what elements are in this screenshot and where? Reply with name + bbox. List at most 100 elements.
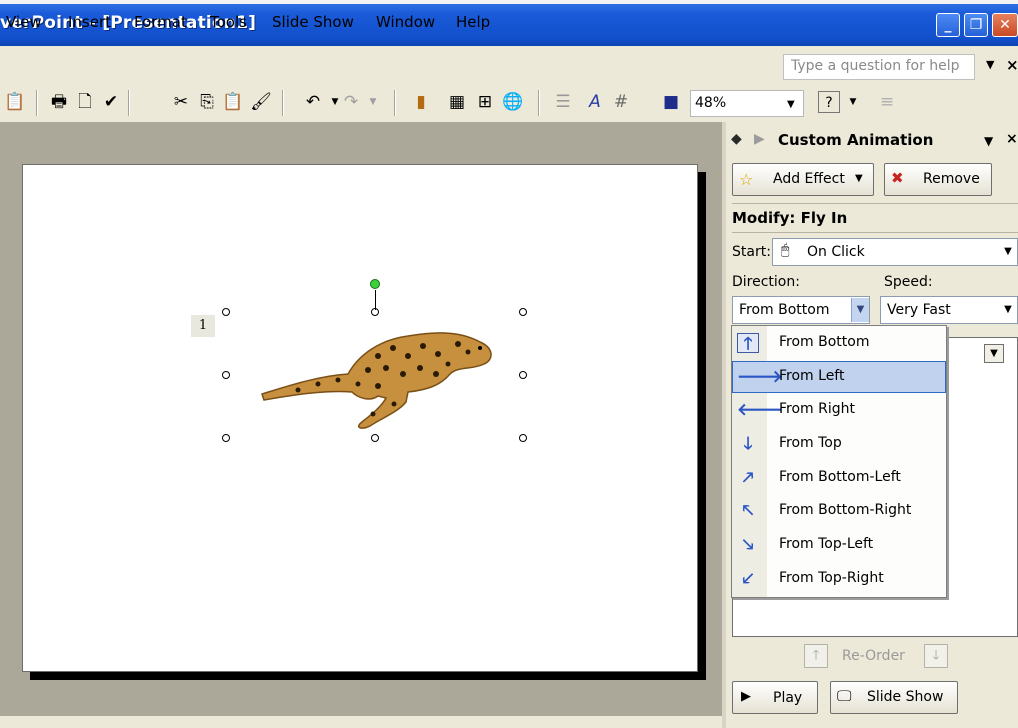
arrow-up-icon: 🡑 [737, 333, 759, 354]
arrow-up-left-icon: 🡔 [742, 501, 754, 521]
remove-icon: ✖ [891, 169, 904, 187]
menu-item-from-left[interactable]: 🡒 From Left [732, 361, 946, 393]
direction-select[interactable]: From Bottom ▼ [732, 296, 870, 324]
show-formatting-icon[interactable]: A [584, 91, 606, 113]
grid-icon[interactable]: # [610, 91, 632, 113]
menu-item-from-top-right[interactable]: 🡗 From Top-Right [732, 563, 946, 595]
toolbar-separator [538, 90, 540, 116]
forward-icon[interactable]: ▶ [754, 131, 765, 147]
rotation-handle[interactable] [370, 279, 380, 289]
arrow-left-icon: 🡐 [737, 400, 783, 420]
menu-item-from-right[interactable]: 🡐 From Right [732, 394, 946, 426]
paste-icon[interactable]: 📋 [222, 91, 244, 113]
resize-handle[interactable] [222, 371, 230, 379]
pane-divider [732, 232, 1018, 233]
toolbar-options-icon[interactable]: ≡ [876, 91, 898, 113]
resize-handle[interactable] [371, 434, 379, 442]
resize-handle[interactable] [519, 434, 527, 442]
menu-item-from-top-left[interactable]: 🡖 From Top-Left [732, 529, 946, 561]
remove-button[interactable]: ✖ Remove [884, 163, 992, 196]
close-document-icon[interactable]: × [1006, 56, 1018, 74]
animation-order-tag[interactable]: 1 [191, 315, 215, 337]
menu-item-from-bottom-left[interactable]: 🡕 From Bottom-Left [732, 462, 946, 494]
start-value: On Click [807, 244, 865, 260]
remove-label: Remove [923, 171, 980, 187]
help-search-input[interactable]: Type a question for help [783, 54, 975, 80]
menu-tools[interactable]: Tools [210, 13, 247, 31]
insert-chart-icon[interactable]: ▮ [410, 91, 432, 113]
add-effect-button[interactable]: ☆ Add Effect ▼ [732, 163, 874, 196]
arrow-down-left-icon: 🡗 [742, 569, 754, 589]
back-icon[interactable]: ◆ [731, 131, 742, 147]
chevron-down-icon: ▼ [851, 298, 869, 322]
spelling-icon[interactable]: ✔ [100, 91, 122, 113]
resize-handle[interactable] [222, 308, 230, 316]
pane-title: Custom Animation [778, 131, 934, 149]
play-button[interactable]: ▶ Play [732, 681, 818, 714]
move-up-icon[interactable]: 🡑 [804, 644, 828, 668]
resize-handle[interactable] [519, 308, 527, 316]
minimize-button[interactable]: _ [936, 13, 960, 37]
rotation-stem [375, 290, 376, 310]
print-preview-icon[interactable]: 🗋 [74, 91, 96, 113]
insert-hyperlink-icon[interactable]: 🌐 [502, 91, 524, 113]
help-icon[interactable]: ? [818, 91, 840, 113]
insert-table-icon[interactable]: ▦ [446, 91, 468, 113]
pane-close-icon[interactable]: × [1006, 131, 1018, 147]
arrow-right-icon: 🡒 [737, 367, 783, 387]
list-item-dropdown-icon[interactable]: ▼ [984, 344, 1004, 363]
zoom-dropdown-icon[interactable]: ▼ [787, 99, 795, 110]
play-icon: ▶ [741, 689, 751, 704]
expand-icon[interactable]: ☰ [552, 91, 574, 113]
slide-show-button[interactable]: 🖵 Slide Show [830, 681, 958, 714]
redo-dropdown-icon[interactable]: ▼ [362, 91, 384, 113]
menu-view[interactable]: View [6, 13, 42, 31]
tables-borders-icon[interactable]: ⊞ [474, 91, 496, 113]
pane-splitter[interactable] [722, 122, 726, 728]
menu-window[interactable]: Window [376, 13, 435, 31]
direction-label: Direction: [732, 274, 800, 290]
menu-help[interactable]: Help [456, 13, 490, 31]
menu-item-label: From Top-Left [779, 536, 874, 552]
speed-select[interactable]: Very Fast ▼ [880, 296, 1018, 324]
speed-label: Speed: [884, 274, 933, 290]
help-dropdown-icon[interactable]: ▼ [842, 91, 864, 113]
menu-item-from-bottom-right[interactable]: 🡔 From Bottom-Right [732, 495, 946, 527]
pane-menu-icon[interactable]: ▼ [984, 134, 993, 148]
speed-value: Very Fast [887, 302, 951, 318]
slide-show-label: Slide Show [867, 689, 944, 705]
star-icon: ☆ [739, 170, 754, 189]
redo-icon[interactable]: ↷ [340, 91, 362, 113]
color-icon[interactable]: ■ [660, 91, 682, 113]
undo-icon[interactable]: ↶ [302, 91, 324, 113]
arrow-down-icon: 🡓 [743, 434, 753, 454]
close-button[interactable]: ✕ [992, 13, 1018, 37]
menu-item-from-top[interactable]: 🡓 From Top [732, 428, 946, 460]
add-effect-label: Add Effect [773, 171, 845, 187]
menu-item-label: From Bottom-Right [779, 502, 912, 518]
resize-handle[interactable] [519, 371, 527, 379]
menu-format[interactable]: Format [134, 13, 187, 31]
toolbar-separator [36, 90, 38, 116]
help-dropdown-icon[interactable]: ▼ [986, 58, 994, 71]
restore-button[interactable]: ❐ [964, 13, 988, 37]
clipboard-icon[interactable]: 📋 [4, 91, 26, 113]
reorder-label: Re-Order [842, 648, 905, 664]
toolbar-separator [394, 90, 396, 116]
start-label: Start: [732, 244, 771, 260]
copy-icon[interactable]: ⎘ [196, 91, 218, 113]
pane-divider [732, 203, 1018, 204]
format-painter-icon[interactable]: 🖌 [250, 91, 272, 113]
print-icon[interactable]: 🖶 [48, 91, 70, 113]
menu-slide-show[interactable]: Slide Show [272, 13, 354, 31]
move-down-icon[interactable]: 🡓 [924, 644, 948, 668]
modify-heading: Modify: Fly In [732, 209, 848, 227]
start-select[interactable]: 🖱 On Click ▼ [772, 238, 1018, 266]
chevron-down-icon: ▼ [1004, 304, 1012, 315]
menu-item-from-bottom[interactable]: 🡑 From Bottom [732, 327, 946, 359]
resize-handle[interactable] [222, 434, 230, 442]
cut-icon[interactable]: ✂ [170, 91, 192, 113]
menu-insert[interactable]: Insert [68, 13, 111, 31]
cheetah-image[interactable] [258, 326, 498, 436]
menu-item-label: From Right [779, 401, 856, 417]
